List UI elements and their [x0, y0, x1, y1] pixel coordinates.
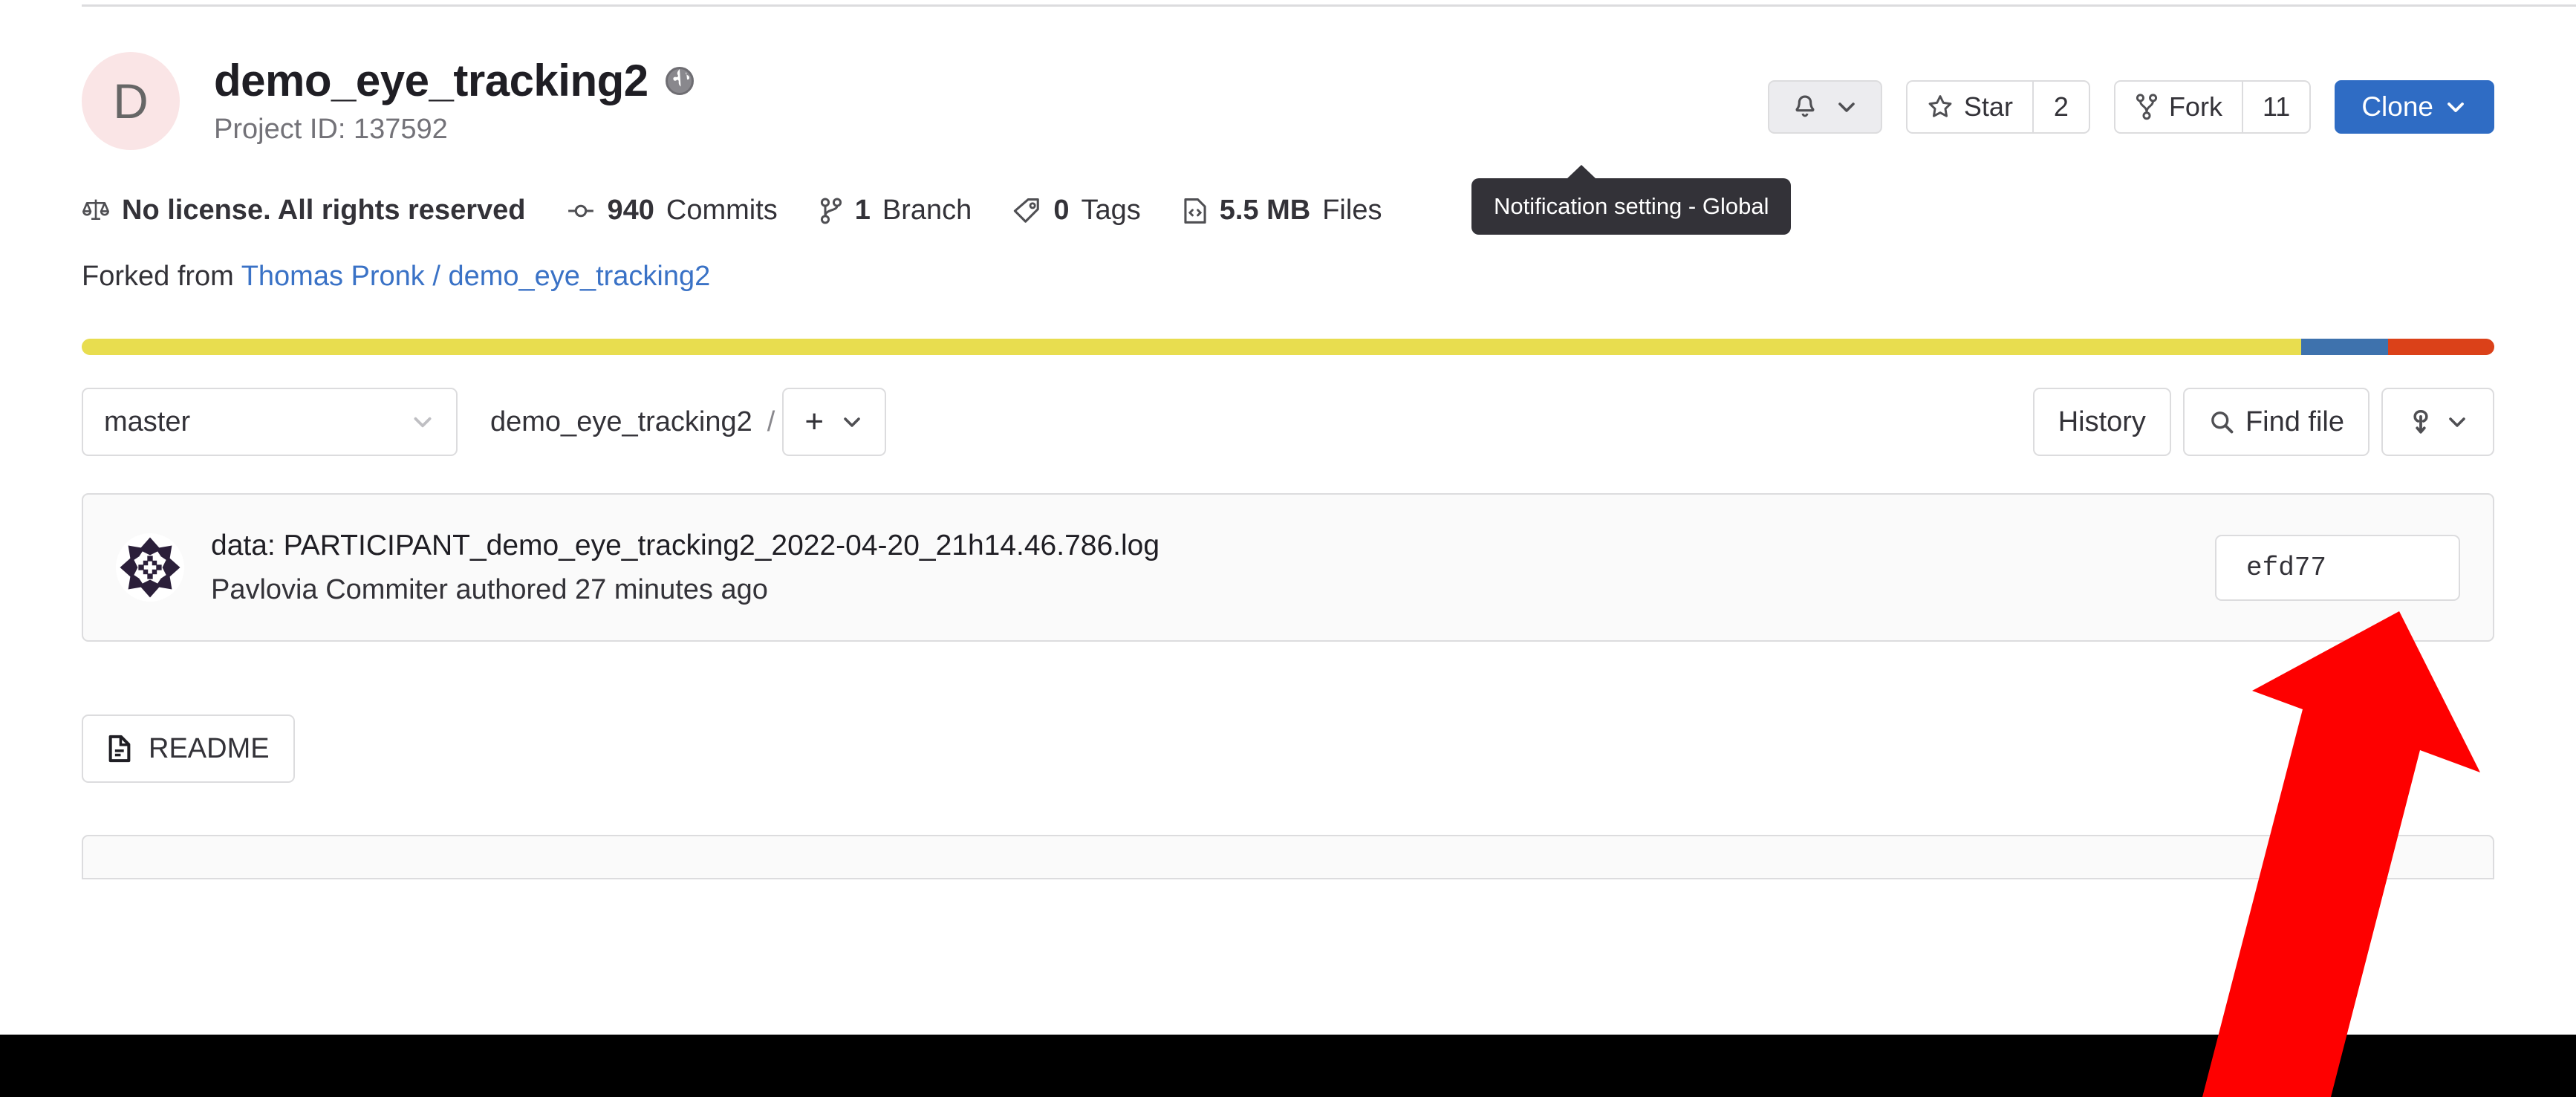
bottom-black-bar: [0, 1035, 2576, 1097]
add-plus-icon: +: [804, 403, 824, 440]
fork-label: Fork: [2168, 91, 2222, 122]
language-segment-javascript[interactable]: [82, 339, 2302, 355]
branch-name: master: [104, 406, 191, 437]
history-button[interactable]: History: [2032, 388, 2171, 456]
branches-stat[interactable]: 1 Branch: [819, 195, 972, 227]
commits-stat[interactable]: 940 Commits: [567, 195, 778, 227]
fork-button[interactable]: Fork: [2113, 80, 2242, 134]
star-count[interactable]: 2: [2032, 80, 2090, 134]
star-icon: [1928, 95, 1952, 117]
commit-icon: [568, 204, 594, 217]
readme-button[interactable]: README: [82, 714, 295, 783]
document-icon: [108, 735, 131, 763]
forked-prefix: Forked from: [82, 261, 234, 292]
commit-sha-badge[interactable]: efd77: [2215, 534, 2460, 601]
branch-icon: [820, 198, 842, 224]
chevron-down-icon: [1838, 102, 1855, 112]
files-stat[interactable]: 5.5 MB Files: [1183, 195, 1382, 227]
license-stat[interactable]: No license. All rights reserved: [82, 195, 525, 227]
commits-label: Commits: [666, 195, 778, 226]
fork-button-group: Fork 11: [2113, 80, 2312, 134]
repo-toolbar: master demo_eye_tracking2 / + History Fi…: [82, 388, 2494, 456]
find-file-label: Find file: [2245, 406, 2344, 437]
breadcrumb-separator: /: [767, 406, 775, 437]
commit-author[interactable]: Pavlovia Commiter: [211, 574, 448, 605]
project-stats-row: No license. All rights reserved 940 Comm…: [82, 195, 2494, 227]
tags-label: Tags: [1081, 195, 1141, 226]
chevron-down-icon: [2449, 417, 2465, 427]
chevron-down-icon: [844, 417, 860, 427]
download-code-button[interactable]: [2381, 388, 2494, 456]
fork-count[interactable]: 11: [2241, 80, 2312, 134]
add-to-tree-button[interactable]: +: [782, 388, 887, 456]
commit-message[interactable]: data: PARTICIPANT_demo_eye_tracking2_202…: [211, 530, 2215, 562]
commit-author-line: Pavlovia Commiter authored 27 minutes ag…: [211, 574, 2215, 606]
repo-toolbar-right: History Find file: [2021, 388, 2494, 456]
files-label: Files: [1322, 195, 1382, 226]
project-page: D demo_eye_tracking2 Project ID: 137592: [0, 0, 2576, 1035]
search-icon: [2211, 411, 2234, 434]
project-avatar: D: [82, 52, 180, 150]
last-commit-card: data: PARTICIPANT_demo_eye_tracking2_202…: [82, 493, 2494, 642]
readme-label: README: [149, 732, 270, 764]
tags-stat[interactable]: 0 Tags: [1013, 195, 1141, 227]
clone-button[interactable]: Clone: [2335, 80, 2494, 134]
language-segment-html[interactable]: [2388, 339, 2494, 355]
scale-icon: [82, 199, 109, 220]
avatar: [116, 533, 184, 602]
commit-details: data: PARTICIPANT_demo_eye_tracking2_202…: [211, 530, 2215, 606]
chevron-down-icon: [414, 417, 432, 428]
project-actions: Star 2 Fork 11 Clone: [1767, 80, 2494, 134]
fork-icon: [2136, 94, 2157, 120]
clone-label: Clone: [2361, 91, 2433, 122]
branches-label: Branch: [882, 195, 972, 226]
tags-count: 0: [1053, 195, 1070, 226]
bell-icon: [1795, 95, 1815, 117]
forked-from-line: Forked from Thomas Pronk / demo_eye_trac…: [82, 261, 2494, 293]
page-title: demo_eye_tracking2: [214, 56, 648, 105]
commits-count: 940: [607, 195, 654, 226]
readme-content-card: [82, 835, 2494, 879]
fork-parent-owner-link[interactable]: Thomas Pronk: [241, 261, 425, 292]
star-button-group: Star 2: [1905, 80, 2090, 134]
globe-icon: [665, 66, 695, 96]
branch-selector[interactable]: master: [82, 388, 458, 456]
download-code-icon: [2413, 409, 2428, 434]
commit-timestamp: authored 27 minutes ago: [455, 573, 768, 605]
star-button[interactable]: Star: [1905, 80, 2032, 134]
files-size: 5.5 MB: [1219, 195, 1311, 226]
notification-tooltip: Notification setting - Global: [1471, 165, 1792, 235]
tag-icon: [1014, 198, 1040, 223]
branches-count: 1: [854, 195, 871, 226]
chevron-down-icon: [2447, 102, 2464, 112]
breadcrumb-repo[interactable]: demo_eye_tracking2: [490, 406, 752, 438]
find-file-button[interactable]: Find file: [2182, 388, 2370, 456]
star-label: Star: [1963, 91, 2013, 122]
file-code-icon: [1184, 198, 1206, 224]
notification-settings-button[interactable]: [1767, 80, 1882, 134]
identicon-avatar: [116, 533, 184, 602]
language-bar[interactable]: [82, 339, 2494, 355]
language-segment-css[interactable]: [2301, 339, 2389, 355]
fork-parent-repo-link[interactable]: demo_eye_tracking2: [448, 261, 710, 292]
license-label: No license. All rights reserved: [122, 195, 526, 226]
breadcrumb: demo_eye_tracking2 /: [490, 406, 775, 438]
project-avatar-wrap: D: [82, 49, 214, 150]
fork-parent-separator: /: [432, 261, 440, 292]
